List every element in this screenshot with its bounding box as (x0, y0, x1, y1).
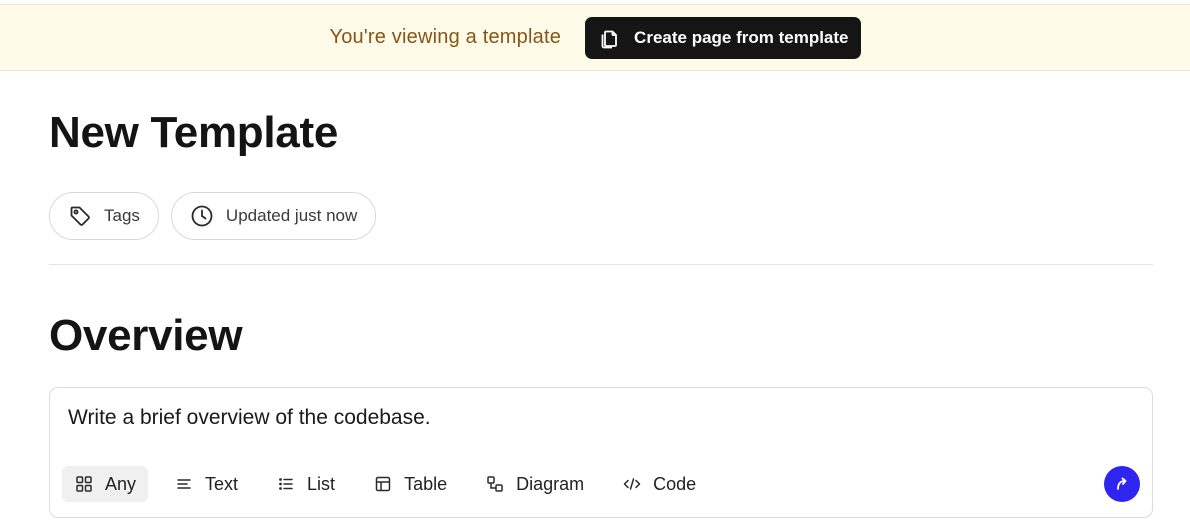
ai-prompt-block[interactable]: Write a brief overview of the codebase. … (49, 387, 1153, 518)
type-option-list-label: List (307, 473, 336, 494)
arrow-up-right-icon (1113, 475, 1131, 493)
content-type-selector: Any Text List Table Diagram Code (62, 466, 718, 502)
code-icon (623, 475, 641, 493)
type-option-table-label: Table (404, 473, 448, 494)
updated-chip[interactable]: Updated just now (170, 192, 377, 240)
tags-chip-label: Tags (104, 206, 140, 225)
type-option-list[interactable]: List (264, 466, 347, 502)
diagram-icon (486, 475, 504, 493)
template-banner: You're viewing a template Create page fr… (0, 4, 1190, 71)
text-lines-icon (175, 475, 193, 493)
create-page-from-template-button[interactable]: Create page from template (585, 16, 861, 59)
tag-icon (68, 204, 92, 228)
page-meta-chips: Tags Updated just now (49, 192, 377, 240)
type-option-table[interactable]: Table (361, 466, 459, 502)
copy-icon (598, 27, 620, 49)
prompt-text[interactable]: Write a brief overview of the codebase. (68, 406, 431, 430)
tags-chip[interactable]: Tags (49, 192, 159, 240)
page-title[interactable]: New Template (49, 108, 338, 158)
template-banner-message: You're viewing a template (329, 26, 562, 48)
type-option-any-label: Any (105, 473, 137, 494)
type-option-text[interactable]: Text (162, 466, 250, 502)
type-option-code[interactable]: Code (610, 466, 708, 502)
type-option-code-label: Code (653, 473, 697, 494)
table-icon (374, 475, 392, 493)
submit-prompt-button[interactable] (1104, 466, 1140, 502)
section-title-overview[interactable]: Overview (49, 311, 243, 361)
clock-icon (190, 204, 214, 228)
type-option-any[interactable]: Any (62, 466, 149, 502)
create-page-from-template-label: Create page from template (634, 27, 849, 47)
type-option-diagram[interactable]: Diagram (473, 466, 596, 502)
list-icon (277, 475, 295, 493)
header-divider (49, 264, 1153, 265)
updated-chip-label: Updated just now (225, 206, 358, 225)
grid-icon (75, 475, 93, 493)
type-option-diagram-label: Diagram (516, 473, 585, 494)
type-option-text-label: Text (205, 473, 239, 494)
